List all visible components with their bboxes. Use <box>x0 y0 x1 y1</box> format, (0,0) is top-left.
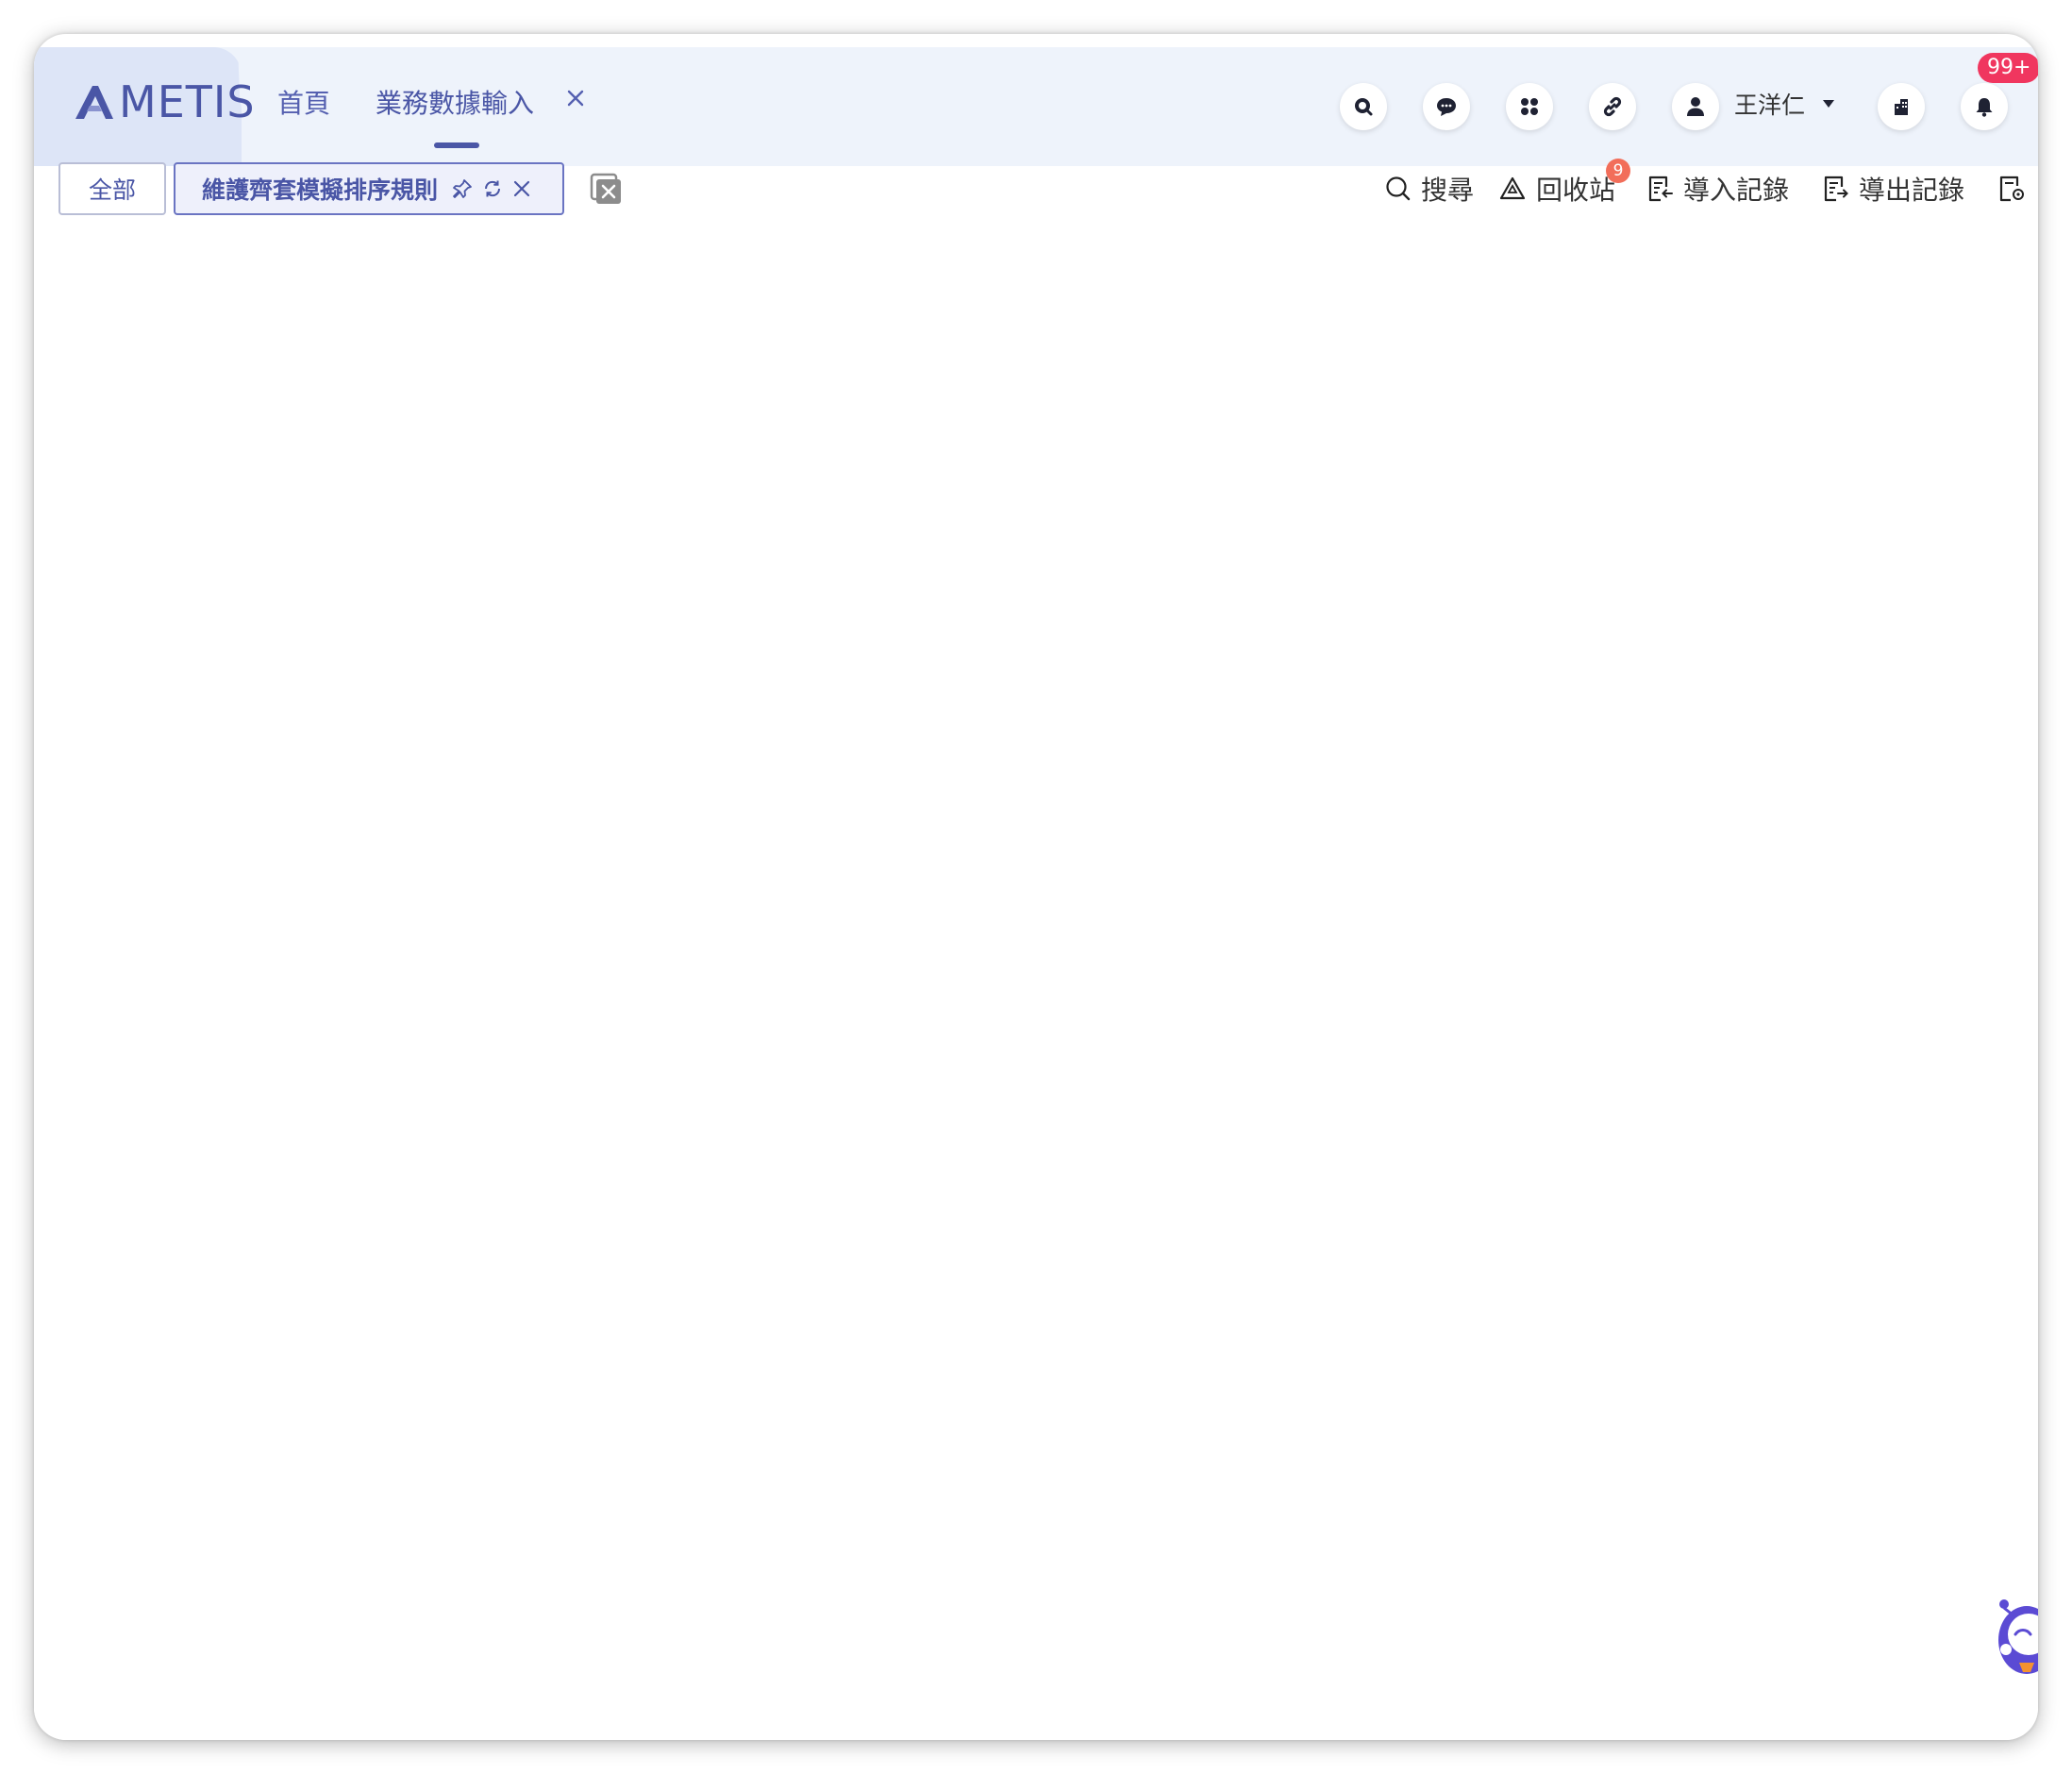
search-label: 搜尋 <box>1421 175 1475 206</box>
app-logo[interactable]: METIS <box>74 74 256 130</box>
tab-current-label: 維護齊套模擬排序規則 <box>202 176 439 204</box>
recycle-count-badge: 9 <box>1606 159 1630 183</box>
import-label: 導入記錄 <box>1683 175 1790 206</box>
apps-grid-icon[interactable] <box>1506 83 1553 130</box>
app-window: METIS 首頁 業務數據輸入 王洋仁 99+ 全部 維護齊套模擬排序規則 搜尋… <box>34 34 2038 1740</box>
bell-icon[interactable] <box>1961 83 2008 130</box>
export-records-button[interactable]: 導出記錄 <box>1823 168 1964 209</box>
refresh-icon[interactable] <box>481 177 504 200</box>
tab-all[interactable]: 全部 <box>58 162 166 215</box>
export-label: 導出記錄 <box>1859 175 1965 206</box>
building-icon[interactable] <box>1878 83 1925 130</box>
import-record-icon <box>1648 176 1673 202</box>
user-name[interactable]: 王洋仁 <box>1734 87 1805 121</box>
nav-tab-business-data-input[interactable]: 業務數據輸入 <box>376 83 534 121</box>
tab-actions <box>451 177 532 200</box>
recycle-label: 回收站 <box>1536 175 1616 206</box>
record-settings-icon <box>1999 176 2024 202</box>
chat-icon[interactable] <box>1423 83 1470 130</box>
pin-icon[interactable] <box>451 177 474 200</box>
recycle-icon <box>1499 176 1526 200</box>
assistant-mascot-icon[interactable] <box>1991 1597 2038 1683</box>
recycle-bin-button[interactable]: 回收站 <box>1498 168 1615 209</box>
logo-mark-icon <box>75 86 113 119</box>
close-tab-icon[interactable] <box>560 83 591 113</box>
close-icon[interactable] <box>511 178 532 199</box>
main-content-area <box>34 236 2038 1740</box>
user-icon[interactable] <box>1672 83 1719 130</box>
top-header: METIS 首頁 業務數據輸入 王洋仁 99+ <box>34 47 2038 166</box>
more-records-button[interactable] <box>1998 168 2036 209</box>
notification-count-badge: 99+ <box>1978 53 2038 83</box>
tab-all-label: 全部 <box>88 176 136 204</box>
logo-text: METIS <box>119 76 256 127</box>
nav-tab-home[interactable]: 首頁 <box>277 83 330 121</box>
search-button[interactable]: 搜尋 <box>1385 168 1474 209</box>
import-records-button[interactable]: 導入記錄 <box>1647 168 1789 209</box>
active-tab-indicator <box>434 142 479 148</box>
search-icon <box>1386 176 1411 201</box>
chevron-down-icon[interactable] <box>1821 96 1836 111</box>
close-all-tabs-icon[interactable] <box>589 172 623 206</box>
link-icon[interactable] <box>1589 83 1636 130</box>
tab-maintain-sort-rules[interactable]: 維護齊套模擬排序規則 <box>174 162 564 215</box>
export-record-icon <box>1824 176 1848 202</box>
search-icon[interactable] <box>1340 83 1387 130</box>
